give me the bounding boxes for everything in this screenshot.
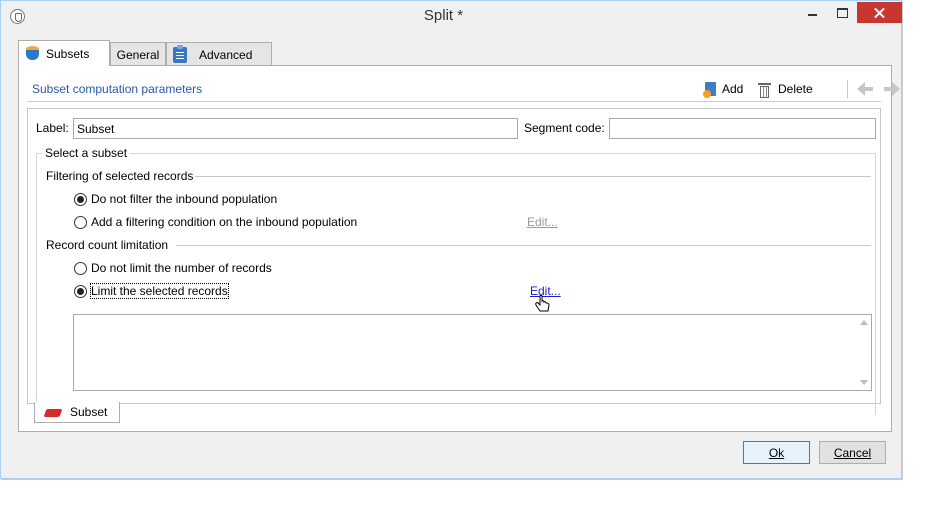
subset-tab-label: Subset: [70, 405, 108, 419]
delete-label: Delete: [778, 82, 813, 96]
radio-button[interactable]: [74, 215, 87, 229]
trash-icon: [758, 82, 771, 98]
add-button[interactable]: Add: [703, 79, 743, 99]
filtering-heading: Filtering of selected records: [46, 169, 194, 183]
subset-item-tab[interactable]: Subset: [34, 402, 120, 423]
tab-general[interactable]: General: [110, 42, 166, 66]
label-input[interactable]: [73, 118, 518, 139]
subset-icon: [45, 407, 62, 418]
tab-general-label: General: [116, 47, 160, 62]
toolbar-separator: [847, 80, 848, 98]
scroll-down-icon[interactable]: [860, 380, 868, 385]
cancel-label: Cancel: [833, 445, 872, 460]
radio-button[interactable]: [74, 261, 87, 275]
radio-do-not-filter[interactable]: Do not filter the inbound population: [74, 192, 277, 206]
section-header: Subset computation parameters Add Delete: [27, 76, 900, 102]
label-caption: Label:: [36, 121, 69, 135]
add-label: Add: [722, 82, 744, 96]
radio-limit-records[interactable]: Limit the selected records: [74, 283, 229, 299]
window-title: Split *: [423, 7, 464, 24]
scroll-up-icon[interactable]: [860, 320, 868, 325]
tab-subsets-label: Subsets: [46, 46, 90, 61]
cancel-button[interactable]: Cancel: [819, 441, 886, 464]
segment-code-caption: Segment code:: [524, 121, 605, 135]
radio-button[interactable]: [74, 284, 87, 298]
tab-subsets[interactable]: Subsets: [18, 40, 110, 66]
arrow-left-icon[interactable]: [857, 81, 875, 97]
select-subset-legend: Select a subset: [42, 146, 131, 160]
filter-edit-link: Edit...: [527, 215, 558, 229]
tab-advanced[interactable]: Advanced: [166, 42, 272, 66]
tab-advanced-label: Advanced: [199, 47, 253, 62]
clipboard-icon: [173, 44, 187, 63]
maximize-button[interactable]: [828, 2, 857, 23]
segment-code-input[interactable]: [609, 118, 876, 139]
limit-description-area[interactable]: [73, 314, 872, 391]
radio-label: Do not limit the number of records: [91, 261, 272, 275]
delete-button[interactable]: Delete: [758, 79, 813, 99]
radio-label: Add a filtering condition on the inbound…: [91, 215, 358, 229]
close-button[interactable]: [857, 2, 902, 23]
add-icon: [703, 81, 718, 98]
database-icon: [25, 46, 40, 61]
limitation-heading: Record count limitation: [46, 238, 169, 252]
radio-label: Do not filter the inbound population: [91, 192, 278, 206]
section-title: Subset computation parameters: [32, 82, 203, 96]
radio-button[interactable]: [74, 192, 87, 206]
title-bar[interactable]: Split *: [1, 1, 902, 31]
radio-add-filter[interactable]: Add a filtering condition on the inbound…: [74, 215, 357, 229]
filtering-divider: [195, 176, 871, 177]
ok-label: Ok: [768, 445, 785, 460]
minimize-button[interactable]: [798, 2, 827, 23]
arrow-right-icon[interactable]: [882, 81, 900, 97]
limitation-divider: [176, 245, 871, 246]
radio-label: Limit the selected records: [90, 283, 229, 299]
ok-button[interactable]: Ok: [743, 441, 810, 464]
hand-cursor-icon: [535, 295, 550, 312]
radio-no-limit[interactable]: Do not limit the number of records: [74, 261, 272, 275]
